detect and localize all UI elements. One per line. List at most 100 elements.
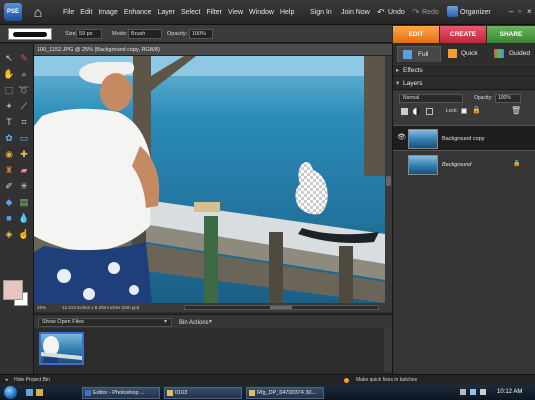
size-field[interactable]: 59 px — [76, 29, 102, 39]
undo-button[interactable]: Undo — [388, 7, 405, 19]
straighten-tool-icon[interactable]: ▭ — [18, 132, 30, 144]
canvas-vertical-scrollbar[interactable] — [385, 56, 392, 303]
link-layers-icon[interactable] — [426, 108, 433, 115]
adjustment-layer-icon[interactable] — [413, 108, 420, 115]
sign-in-link[interactable]: Sign In — [310, 7, 332, 19]
bin-actions-menu[interactable]: Bin Actions — [179, 319, 209, 327]
healing-brush-tool-icon[interactable]: ✚ — [18, 148, 30, 160]
crop-tool-icon[interactable]: ⌗ — [18, 116, 30, 128]
minimize-icon[interactable]: – — [509, 6, 513, 18]
tray-icon[interactable] — [460, 389, 466, 395]
open-file-thumbnail[interactable] — [39, 332, 84, 365]
effects-panel-header[interactable]: ▸ Effects — [393, 65, 535, 77]
document-title-bar[interactable]: 100_1152.JPG @ 25% (Background copy, RGB… — [34, 44, 392, 56]
cookie-cutter-tool-icon[interactable]: ✿ — [3, 132, 15, 144]
layers-title: Layers — [403, 80, 423, 87]
marquee-tool-icon[interactable]: ⬚ — [3, 84, 15, 96]
tray-icon[interactable] — [470, 389, 476, 395]
type-tool-icon[interactable]: T — [3, 116, 15, 128]
brush-preset-picker[interactable] — [8, 28, 52, 40]
lasso-tool-icon[interactable]: ➰ — [18, 84, 30, 96]
opacity-field[interactable]: 100% — [189, 29, 213, 39]
start-button[interactable] — [0, 385, 20, 400]
blend-mode-select[interactable]: Normal — [399, 94, 463, 103]
taskbar-item[interactable]: Editor - Photoshop ... — [82, 387, 160, 399]
sponge-tool-icon[interactable]: ◈ — [3, 228, 15, 240]
hand-tool-icon[interactable]: ✋ — [3, 68, 15, 80]
tab-guided[interactable]: Guided — [489, 46, 535, 62]
visibility-eye-icon[interactable]: · — [397, 160, 399, 168]
taskbar-item[interactable]: 0163 — [164, 387, 242, 399]
tab-create[interactable]: CREATE — [440, 26, 486, 43]
brush-tool-icon[interactable]: ✐ — [3, 180, 15, 192]
menu-bar: PSE ⌂ File Edit Image Enhance Layer Sele… — [0, 0, 535, 25]
effects-title: Effects — [403, 67, 423, 74]
lock-all-icon[interactable]: 🔒 — [472, 107, 481, 115]
menu-help[interactable]: Help — [277, 7, 297, 19]
menu-file[interactable]: File — [60, 7, 77, 19]
tab-quick[interactable]: Quick — [443, 46, 487, 62]
bin-scrollbar[interactable] — [384, 328, 392, 372]
quick-fix-icon — [448, 49, 457, 58]
menu-view[interactable]: View — [225, 7, 246, 19]
edit-mode-tabs: Full Quick Guided — [393, 44, 535, 64]
menu-layer[interactable]: Layer — [154, 7, 178, 19]
blur-tool-icon[interactable]: 💧 — [18, 212, 30, 224]
shape-tool-icon[interactable]: ■ — [3, 212, 15, 224]
clock[interactable]: 10:12 AM — [497, 385, 522, 400]
image-canvas[interactable] — [34, 56, 385, 303]
smudge-tool-icon[interactable]: ☝ — [18, 228, 30, 240]
delete-layer-icon[interactable]: 🗑 — [511, 107, 521, 115]
quick-launch-icon[interactable] — [26, 389, 33, 396]
eraser-tool-icon[interactable]: ▰ — [18, 164, 30, 176]
foreground-color-swatch[interactable] — [3, 280, 23, 300]
magic-wand-tool-icon[interactable]: ✦ — [3, 100, 15, 112]
selection-brush-tool-icon[interactable]: ⟋ — [18, 100, 30, 112]
taskbar-item[interactable]: Rfg_DP_04700374 30... — [246, 387, 324, 399]
document-status-bar: 25% 12.213 inches x 8.208 inches (250 pp… — [34, 303, 392, 312]
home-icon[interactable]: ⌂ — [30, 4, 46, 20]
horizontal-scroll-thumb[interactable] — [270, 306, 292, 309]
tab-full[interactable]: Full — [397, 46, 441, 62]
show-open-files-dropdown[interactable]: Show Open Files — [38, 318, 172, 327]
red-eye-tool-icon[interactable]: ◉ — [3, 148, 15, 160]
join-now-link[interactable]: Join Now — [341, 7, 370, 19]
move-tool-icon[interactable]: ↖ — [3, 52, 15, 64]
redo-icon[interactable]: ↷ — [412, 6, 420, 18]
vertical-scroll-thumb[interactable] — [386, 176, 391, 186]
guided-edit-icon — [494, 49, 504, 58]
quick-launch-icon[interactable] — [36, 389, 43, 396]
layer-lock-icon: 🔒 — [513, 161, 521, 167]
smart-brush-tool-icon[interactable]: ✳ — [18, 180, 30, 192]
tab-edit[interactable]: EDIT — [393, 26, 439, 43]
volume-icon[interactable] — [480, 389, 486, 395]
lock-transparent-pixels-icon[interactable] — [461, 108, 467, 114]
paint-bucket-tool-icon[interactable]: ◆ — [3, 196, 15, 208]
layer-opacity-field[interactable]: 100% — [495, 94, 521, 103]
mode-select[interactable]: Brush — [128, 29, 162, 39]
visibility-eye-icon[interactable]: 👁 — [397, 134, 406, 142]
layer-thumbnail — [408, 155, 438, 175]
layer-row[interactable]: · Background 🔒 — [393, 152, 535, 178]
organizer-icon[interactable] — [447, 6, 458, 17]
menu-window[interactable]: Window — [246, 7, 277, 19]
layer-row[interactable]: 👁 Background copy — [393, 125, 535, 151]
menu-select[interactable]: Select — [178, 7, 203, 19]
clone-stamp-tool-icon[interactable]: ♜ — [3, 164, 15, 176]
layer-opacity-label: Opacity: — [474, 95, 493, 101]
zoom-tool-icon[interactable]: ⌕ — [18, 68, 30, 80]
menu-image[interactable]: Image — [95, 7, 120, 19]
menu-filter[interactable]: Filter — [203, 7, 225, 19]
menu-edit[interactable]: Edit — [77, 7, 95, 19]
undo-icon[interactable]: ↶ — [377, 6, 385, 18]
restore-icon[interactable]: ▫ — [518, 6, 521, 18]
layers-panel-header[interactable]: ▾ Layers — [393, 78, 535, 90]
redo-button[interactable]: Redo — [422, 7, 439, 19]
eyedropper-tool-icon[interactable]: ✎ — [18, 52, 30, 64]
organizer-button[interactable]: Organizer — [460, 7, 491, 19]
menu-enhance[interactable]: Enhance — [121, 7, 155, 19]
new-layer-icon[interactable] — [401, 108, 408, 115]
gradient-tool-icon[interactable]: ▤ — [18, 196, 30, 208]
close-icon[interactable]: × — [527, 6, 532, 18]
tab-share[interactable]: SHARE — [487, 26, 535, 43]
